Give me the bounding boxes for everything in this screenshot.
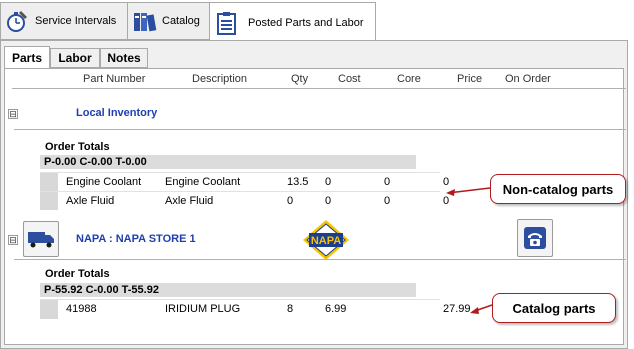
tab-posted-parts-labor-label: Posted Parts and Labor xyxy=(248,16,364,29)
row-part-number: Engine Coolant xyxy=(66,176,142,188)
row-description: Axle Fluid xyxy=(165,195,214,207)
row-cost: 0 xyxy=(325,176,332,188)
column-header-description[interactable]: Description xyxy=(192,73,247,85)
napa-logo-text: NAPA xyxy=(311,235,341,247)
clipboard-list-icon xyxy=(217,11,236,35)
callout-non-catalog-parts: Non-catalog parts xyxy=(490,174,626,204)
subtab-notes[interactable]: Notes xyxy=(100,48,148,68)
tab-service-intervals[interactable]: Service Intervals xyxy=(0,2,128,40)
row-price: 27.99 xyxy=(443,303,471,315)
collapse-toggle-local-inventory[interactable]: ⊟ xyxy=(8,109,18,119)
row-qty: 8 xyxy=(287,303,294,315)
subtab-parts[interactable]: Parts xyxy=(4,46,50,69)
row-price: 0 xyxy=(443,195,450,207)
column-header-core[interactable]: Core xyxy=(397,73,421,85)
binders-icon xyxy=(134,13,157,32)
group-divider xyxy=(14,259,626,260)
callout-catalog-label: Catalog parts xyxy=(512,300,596,316)
tab-service-intervals-label: Service Intervals xyxy=(35,15,117,27)
column-header-price[interactable]: Price xyxy=(457,73,482,85)
order-totals-value: P-0.00 C-0.00 T-0.00 xyxy=(44,156,147,168)
tab-posted-parts-labor[interactable]: Posted Parts and Labor xyxy=(209,2,376,43)
phone-icon xyxy=(524,227,546,249)
row-price: 0 xyxy=(443,176,450,188)
order-totals-row: P-0.00 C-0.00 T-0.00 xyxy=(40,155,416,169)
row-cost: 6.99 xyxy=(325,303,347,315)
row-cost: 0 xyxy=(325,195,332,207)
truck-icon xyxy=(28,232,54,248)
subtab-parts-label: Parts xyxy=(11,50,43,65)
row-part-number: Axle Fluid xyxy=(66,195,115,207)
tab-catalog-label: Catalog xyxy=(162,15,200,27)
column-header-qty[interactable]: Qty xyxy=(291,73,308,85)
column-header-on-order[interactable]: On Order xyxy=(505,73,551,85)
column-header-part-number[interactable]: Part Number xyxy=(83,73,145,85)
vendor-name-local-inventory: Local Inventory xyxy=(76,107,158,119)
napa-logo: NAPA xyxy=(303,220,349,260)
row-part-number: 41988 xyxy=(66,303,97,315)
order-totals-value: P-55.92 C-0.00 T-55.92 xyxy=(44,284,159,296)
row-qty: 13.5 xyxy=(287,176,309,188)
row-description: IRIDIUM PLUG xyxy=(165,303,241,315)
vendor-name-napa: NAPA : NAPA STORE 1 xyxy=(76,233,196,245)
delivery-truck-button[interactable] xyxy=(23,221,59,257)
column-header-cost[interactable]: Cost xyxy=(338,73,361,85)
order-totals-row: P-55.92 C-0.00 T-55.92 xyxy=(40,283,416,297)
order-totals-label: Order Totals xyxy=(45,268,110,280)
row-qty: 0 xyxy=(287,195,294,207)
row-core: 0 xyxy=(384,176,391,188)
subtab-labor-label: Labor xyxy=(58,51,92,65)
subtab-labor[interactable]: Labor xyxy=(50,48,100,68)
callout-catalog-parts: Catalog parts xyxy=(492,293,616,323)
order-totals-label: Order Totals xyxy=(45,141,110,153)
call-vendor-button[interactable] xyxy=(517,219,553,257)
row-core: 0 xyxy=(384,195,391,207)
tab-catalog[interactable]: Catalog xyxy=(127,2,210,40)
header-divider xyxy=(12,88,626,89)
collapse-toggle-napa[interactable]: ⊟ xyxy=(8,235,18,245)
row-description: Engine Coolant xyxy=(165,176,241,188)
stopwatch-wrench-icon xyxy=(7,11,27,32)
subtab-notes-label: Notes xyxy=(107,51,141,65)
callout-non-catalog-label: Non-catalog parts xyxy=(502,181,614,197)
group-divider xyxy=(14,129,626,130)
